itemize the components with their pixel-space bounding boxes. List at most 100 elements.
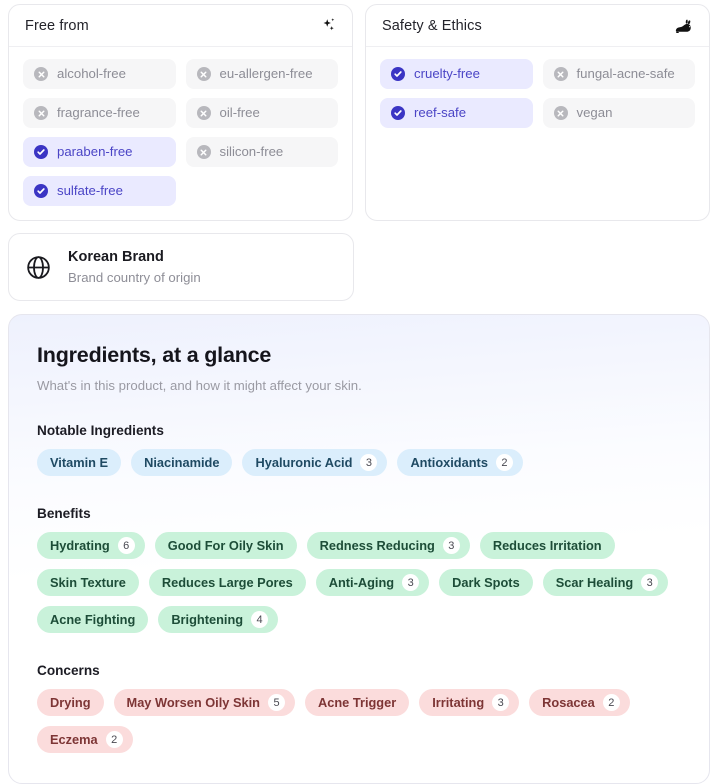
tag-row-benefits: Hydrating 6 Good For Oily Skin Redness R… [37,532,681,634]
tag-rosacea[interactable]: Rosacea 2 [529,689,630,717]
tag-skin-texture[interactable]: Skin Texture [37,569,139,597]
flag-chip-oil-free[interactable]: oil-free [185,98,338,128]
tag-eczema[interactable]: Eczema 2 [37,726,133,754]
flag-chip-silicon-free[interactable]: silicon-free [185,137,338,167]
tag-good-for-oily-skin[interactable]: Good For Oily Skin [154,532,297,560]
tag-row-concerns: Drying May Worsen Oily Skin 5 Acne Trigg… [37,689,681,754]
x-circle-icon [34,67,48,81]
flag-chip-alcohol-free[interactable]: alcohol-free [23,59,176,89]
flag-chip-sulfate-free[interactable]: sulfate-free [23,176,176,206]
tag-count-badge: 3 [402,574,420,592]
flag-chip-label: paraben-free [57,144,133,160]
tag-irritating[interactable]: Irritating 3 [419,689,520,717]
flag-chip-paraben-free[interactable]: paraben-free [23,137,176,167]
tag-count-badge: 3 [641,574,659,592]
brand-origin-card: Korean Brand Brand country of origin [8,233,354,302]
tag-label: Hyaluronic Acid [255,455,353,471]
flag-chip-cruelty-free[interactable]: cruelty-free [380,59,533,89]
x-circle-icon [553,67,568,81]
tag-label: Acne Fighting [50,612,136,628]
brand-origin-text: Korean Brand Brand country of origin [68,248,201,286]
tag-label: Niacinamide [144,455,220,471]
tag-count-badge: 3 [492,694,510,712]
brand-origin-title: Korean Brand [68,249,164,265]
tag-count-badge: 3 [360,454,378,472]
page-title: Ingredients, at a glance [37,343,272,368]
tag-reduces-large-pores[interactable]: Reduces Large Pores [148,569,306,597]
tag-label: Irritating [432,695,485,711]
x-circle-icon [196,145,211,159]
flag-chip-label: reef-safe [414,105,467,121]
tag-antioxidants[interactable]: Antioxidants 2 [397,449,523,477]
safety-ethics-card-header: Safety & Ethics [366,5,709,47]
flag-chip-fungal-acne-safe[interactable]: fungal-acne-safe [542,59,695,89]
chip-grid-spacer [380,137,533,167]
flag-chip-fragrance-free[interactable]: fragrance-free [23,98,176,128]
check-circle-icon [391,106,405,120]
flag-chip-vegan[interactable]: vegan [542,98,695,128]
brand-origin-subtitle: Brand country of origin [68,269,201,285]
tag-label: Dark Spots [452,575,520,591]
tag-count-badge: 2 [105,731,123,749]
tag-label: Skin Texture [50,575,126,591]
chip-grid-spacer [543,176,696,206]
tag-label: Anti-Aging [328,575,395,591]
product-details-page: Free from alcohol-free eu-allergen-free … [0,0,718,784]
chip-grid-spacer [186,176,339,206]
flag-chip-label: sulfate-free [57,183,123,199]
tag-label: Scar Healing [555,575,634,591]
check-circle-icon [391,67,405,81]
tag-label: Acne Trigger [318,695,397,711]
check-circle-icon [34,145,48,159]
flag-chip-label: eu-allergen-free [219,66,313,82]
tag-label: Antioxidants [410,455,488,471]
top-cards-row: Free from alcohol-free eu-allergen-free … [8,4,710,221]
flag-chip-eu-allergen-free[interactable]: eu-allergen-free [185,59,338,89]
rabbit-icon [675,17,693,35]
tag-label: Vitamin E [50,455,109,471]
page-subtitle: What's in this product, and how it might… [37,378,362,394]
safety-ethics-card: Safety & Ethics cruelty-free fungal-acne… [365,4,710,221]
section-concerns: Concerns Drying May Worsen Oily Skin 5 A… [37,663,681,754]
flag-chip-label: alcohol-free [57,66,126,82]
tag-may-worsen-oily-skin[interactable]: May Worsen Oily Skin 5 [113,689,295,717]
tag-vitamin-e[interactable]: Vitamin E [37,449,122,477]
flag-chip-label: silicon-free [219,144,284,160]
tag-acne-fighting[interactable]: Acne Fighting [37,606,149,634]
tag-label: Hydrating [50,538,110,554]
sparkles-icon [318,17,336,35]
x-circle-icon [34,106,48,120]
tag-redness-reducing[interactable]: Redness Reducing 3 [306,532,470,560]
tag-hydrating[interactable]: Hydrating 6 [37,532,145,560]
flag-chip-reef-safe[interactable]: reef-safe [380,98,533,128]
tag-dark-spots[interactable]: Dark Spots [439,569,533,597]
tag-brightening[interactable]: Brightening 4 [158,606,279,634]
section-label: Concerns [37,663,100,679]
section-notable-ingredients: Notable Ingredients Vitamin E Niacinamid… [37,423,681,477]
tag-count-badge: 2 [602,694,620,712]
tag-acne-trigger[interactable]: Acne Trigger [305,689,410,717]
tag-count-badge: 4 [251,611,269,629]
x-circle-icon [196,106,211,120]
tag-reduces-irritation[interactable]: Reduces Irritation [479,532,615,560]
free-from-card-header: Free from [9,5,352,47]
flag-chip-label: fragrance-free [57,105,140,121]
flag-chip-label: vegan [576,105,613,121]
x-circle-icon [553,106,568,120]
flag-chip-label: cruelty-free [414,66,480,82]
free-from-title: Free from [25,18,89,34]
safety-ethics-chip-grid: cruelty-free fungal-acne-safe reef-safe [380,59,695,206]
tag-label: Redness Reducing [319,538,435,554]
tag-count-badge: 5 [268,694,285,712]
tag-row-notable-ingredients: Vitamin E Niacinamide Hyaluronic Acid 3 … [37,449,681,477]
tag-drying[interactable]: Drying [37,689,104,717]
tag-niacinamide[interactable]: Niacinamide [131,449,233,477]
x-circle-icon [196,67,211,81]
tag-anti-aging[interactable]: Anti-Aging 3 [315,569,430,597]
flag-chip-label: fungal-acne-safe [576,66,675,82]
tag-hyaluronic-acid[interactable]: Hyaluronic Acid 3 [242,449,388,477]
chip-grid-spacer [380,176,533,206]
safety-ethics-title: Safety & Ethics [382,18,482,34]
tag-scar-healing[interactable]: Scar Healing 3 [542,569,669,597]
flag-chip-label: oil-free [219,105,260,121]
